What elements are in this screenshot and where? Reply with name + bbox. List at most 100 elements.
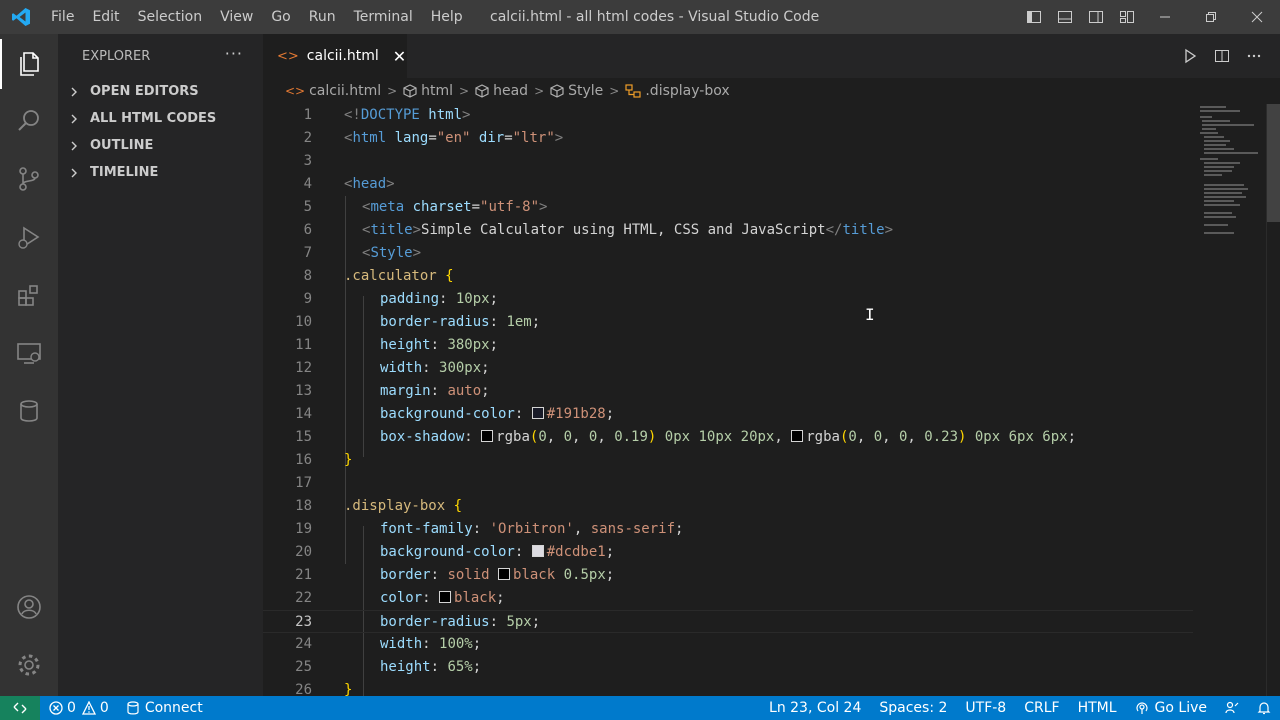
breadcrumb-html[interactable]: html bbox=[403, 83, 453, 99]
menu-go[interactable]: Go bbox=[262, 0, 299, 34]
database-icon[interactable] bbox=[0, 386, 58, 436]
line-number: 17 bbox=[295, 475, 312, 491]
database-icon bbox=[127, 701, 139, 715]
feedback-icon[interactable] bbox=[1216, 696, 1248, 720]
minimap[interactable] bbox=[1196, 104, 1266, 244]
remote-indicator-icon[interactable] bbox=[0, 696, 40, 720]
section-all-html-codes[interactable]: ALL HTML CODES bbox=[58, 105, 263, 132]
files-icon[interactable] bbox=[0, 39, 58, 89]
line-number: 23 bbox=[295, 614, 312, 630]
split-editor-icon[interactable] bbox=[1206, 40, 1238, 72]
chevron-right-icon bbox=[66, 84, 82, 100]
vscode-logo-icon[interactable] bbox=[0, 0, 42, 34]
explorer-more-icon[interactable]: ··· bbox=[225, 44, 243, 63]
indentation[interactable]: Spaces: 2 bbox=[870, 696, 956, 720]
code-editor[interactable]: 1 <!DOCTYPE html> 2 <html lang="en" dir=… bbox=[263, 104, 1280, 696]
go-live-button[interactable]: Go Live bbox=[1126, 696, 1216, 720]
color-swatch[interactable] bbox=[531, 545, 544, 557]
breadcrumb-file[interactable]: <> calcii.html bbox=[285, 83, 381, 99]
section-label: TIMELINE bbox=[90, 165, 159, 180]
toggle-primary-sidebar-icon[interactable] bbox=[1018, 0, 1049, 34]
code-line: 26 } bbox=[263, 679, 1193, 696]
go-live-label: Go Live bbox=[1154, 700, 1207, 716]
run-icon[interactable] bbox=[1174, 40, 1206, 72]
section-outline[interactable]: OUTLINE bbox=[58, 132, 263, 159]
remote-explorer-icon[interactable] bbox=[0, 328, 58, 378]
extensions-icon[interactable] bbox=[0, 270, 58, 320]
activity-bar bbox=[0, 34, 58, 696]
menu-run[interactable]: Run bbox=[300, 0, 345, 34]
breadcrumb-separator-icon: > bbox=[534, 84, 545, 98]
scrollbar-thumb[interactable] bbox=[1267, 104, 1280, 222]
vertical-scrollbar[interactable] bbox=[1266, 104, 1280, 696]
code-text: margin: auto; bbox=[380, 383, 490, 399]
code-line: 6 <title>Simple Calculator using HTML, C… bbox=[263, 219, 1193, 242]
restore-icon[interactable] bbox=[1188, 0, 1234, 34]
breadcrumb-label: html bbox=[421, 83, 454, 99]
code-text: <Style> bbox=[362, 245, 422, 261]
code-line: 7 <Style> bbox=[263, 242, 1193, 265]
breadcrumb-head[interactable]: head bbox=[475, 83, 528, 99]
breadcrumb-display-box[interactable]: .display-box bbox=[625, 83, 730, 99]
code-line: 10 border-radius: 1em; bbox=[263, 311, 1193, 334]
code-text: <meta charset="utf-8"> bbox=[362, 199, 548, 215]
color-swatch[interactable] bbox=[531, 407, 544, 419]
menu-help[interactable]: Help bbox=[422, 0, 472, 34]
editor-actions bbox=[1174, 34, 1270, 78]
toggle-panel-icon[interactable] bbox=[1049, 0, 1080, 34]
window-title: calcii.html - all html codes - Visual St… bbox=[490, 9, 820, 25]
menu-view[interactable]: View bbox=[211, 0, 262, 34]
section-timeline[interactable]: TIMELINE bbox=[58, 159, 263, 186]
tab-calcii-html[interactable]: <> calcii.html ✕ bbox=[263, 34, 407, 78]
line-number: 3 bbox=[303, 153, 312, 169]
line-number: 20 bbox=[295, 544, 312, 560]
code-line: 9 padding: 10px; bbox=[263, 288, 1193, 311]
problems-status[interactable]: 0 0 bbox=[40, 696, 118, 720]
close-tab-icon[interactable]: ✕ bbox=[393, 47, 406, 66]
color-swatch[interactable] bbox=[791, 430, 804, 442]
code-line: 3 bbox=[263, 150, 1193, 173]
section-open-editors[interactable]: OPEN EDITORS bbox=[58, 78, 263, 105]
run-debug-icon[interactable] bbox=[0, 212, 58, 262]
code-text: .calculator { bbox=[344, 268, 454, 284]
end-of-line[interactable]: CRLF bbox=[1015, 696, 1068, 720]
code-line: 20 background-color: #dcdbe1; bbox=[263, 541, 1193, 564]
language-mode[interactable]: HTML bbox=[1069, 696, 1126, 720]
source-control-icon[interactable] bbox=[0, 154, 58, 204]
minimize-icon[interactable] bbox=[1142, 0, 1188, 34]
menu-bar: File Edit Selection View Go Run Terminal… bbox=[42, 0, 472, 34]
code-line: 19 font-family: 'Orbitron', sans-serif; bbox=[263, 518, 1193, 541]
search-icon[interactable] bbox=[0, 96, 58, 146]
editor-tab-bar: <> calcii.html ✕ bbox=[263, 34, 1280, 78]
explorer-sidebar: EXPLORER ··· OPEN EDITORS ALL HTML CODES… bbox=[58, 34, 263, 696]
color-swatch[interactable] bbox=[498, 568, 511, 580]
color-swatch[interactable] bbox=[439, 591, 452, 603]
encoding[interactable]: UTF-8 bbox=[956, 696, 1015, 720]
toggle-secondary-sidebar-icon[interactable] bbox=[1080, 0, 1111, 34]
more-actions-icon[interactable] bbox=[1238, 40, 1270, 72]
code-line: 15 box-shadow: rgba(0, 0, 0, 0.19) 0px 1… bbox=[263, 426, 1193, 449]
notifications-bell-icon[interactable] bbox=[1248, 696, 1280, 720]
chevron-right-icon bbox=[66, 165, 82, 181]
account-icon[interactable] bbox=[0, 582, 58, 632]
code-text: background-color: #dcdbe1; bbox=[380, 544, 615, 560]
symbol-element-icon bbox=[475, 84, 489, 98]
code-line: 8 .calculator { bbox=[263, 265, 1193, 288]
line-number: 24 bbox=[295, 636, 312, 652]
menu-file[interactable]: File bbox=[42, 0, 83, 34]
customize-layout-icon[interactable] bbox=[1111, 0, 1142, 34]
settings-gear-icon[interactable] bbox=[0, 640, 58, 690]
breadcrumb-label: .display-box bbox=[645, 83, 730, 99]
html-file-icon: <> bbox=[277, 48, 299, 64]
close-window-icon[interactable] bbox=[1234, 0, 1280, 34]
cursor-position[interactable]: Ln 23, Col 24 bbox=[760, 696, 870, 720]
menu-edit[interactable]: Edit bbox=[83, 0, 128, 34]
breadcrumb-style[interactable]: Style bbox=[550, 83, 603, 99]
menu-terminal[interactable]: Terminal bbox=[345, 0, 422, 34]
menu-selection[interactable]: Selection bbox=[129, 0, 212, 34]
section-label: OUTLINE bbox=[90, 138, 154, 153]
color-swatch[interactable] bbox=[481, 430, 494, 442]
line-number: 9 bbox=[303, 291, 312, 307]
code-line: 5 <meta charset="utf-8"> bbox=[263, 196, 1193, 219]
connect-status[interactable]: Connect bbox=[118, 696, 212, 720]
